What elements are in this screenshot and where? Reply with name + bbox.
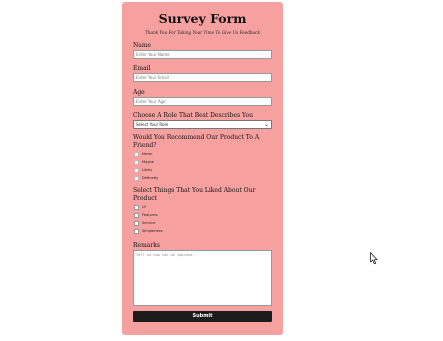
role-select-value: Select Your Role (136, 122, 169, 127)
likes-label: Select Things That You Liked About Our P… (133, 187, 256, 202)
submit-button[interactable]: Submit (133, 311, 272, 322)
checkbox[interactable] (134, 228, 139, 234)
radio-label: Definetly (142, 176, 159, 180)
checkbox-option-ui[interactable]: UI (133, 203, 272, 211)
checkbox-label: Simpleness (142, 229, 163, 233)
radio-option-likely[interactable]: Likely (133, 166, 272, 174)
form-subtitle: Thank You For Taking Your Time To Give U… (144, 30, 260, 35)
email-input[interactable]: Enter Your Email (133, 73, 272, 82)
radio-label: Maybe (142, 160, 154, 164)
radio-label: Likely (142, 168, 153, 172)
checkbox[interactable] (134, 220, 139, 226)
form-title: Survey Form (158, 11, 247, 26)
survey-form-card: Survey Form Thank You For Taking Your Ti… (122, 2, 283, 335)
email-label: Email (133, 65, 151, 72)
radio-button[interactable] (134, 175, 139, 181)
radio-option-never[interactable]: Never (133, 150, 272, 158)
role-label: Choose A Role That Best Describes You (133, 112, 253, 119)
checkbox-label: Service (142, 221, 156, 225)
radio-button[interactable] (134, 167, 139, 173)
age-input[interactable]: Enter Your Age (133, 97, 272, 106)
mouse-pointer-icon (370, 252, 378, 265)
checkbox-label: UI (142, 205, 146, 209)
remarks-textarea[interactable]: Tell us how can we improve.. (133, 250, 272, 306)
role-select[interactable]: Select Your Role ⌄ (133, 120, 272, 129)
radio-option-definetly[interactable]: Definetly (133, 174, 272, 182)
checkbox-label: Features (142, 213, 158, 217)
likes-checkbox-group: UI Features Service Simpleness (133, 203, 272, 235)
checkbox-option-features[interactable]: Features (133, 211, 272, 219)
radio-button[interactable] (134, 159, 139, 165)
checkbox-option-simpleness[interactable]: Simpleness (133, 227, 272, 235)
recommend-radio-group: Never Maybe Likely Definetly (133, 150, 272, 182)
chevron-down-icon: ⌄ (263, 121, 269, 128)
radio-button[interactable] (134, 151, 139, 157)
recommend-label: Would You Recommend Our Product To A Fri… (133, 134, 260, 149)
radio-label: Never (142, 152, 153, 156)
age-label: Age (133, 89, 145, 96)
name-label: Name (133, 42, 152, 49)
remarks-label: Remarks (133, 242, 160, 249)
radio-option-maybe[interactable]: Maybe (133, 158, 272, 166)
checkbox-option-service[interactable]: Service (133, 219, 272, 227)
checkbox[interactable] (134, 212, 139, 218)
name-input[interactable]: Enter Your Name (133, 50, 272, 59)
checkbox[interactable] (134, 204, 139, 210)
